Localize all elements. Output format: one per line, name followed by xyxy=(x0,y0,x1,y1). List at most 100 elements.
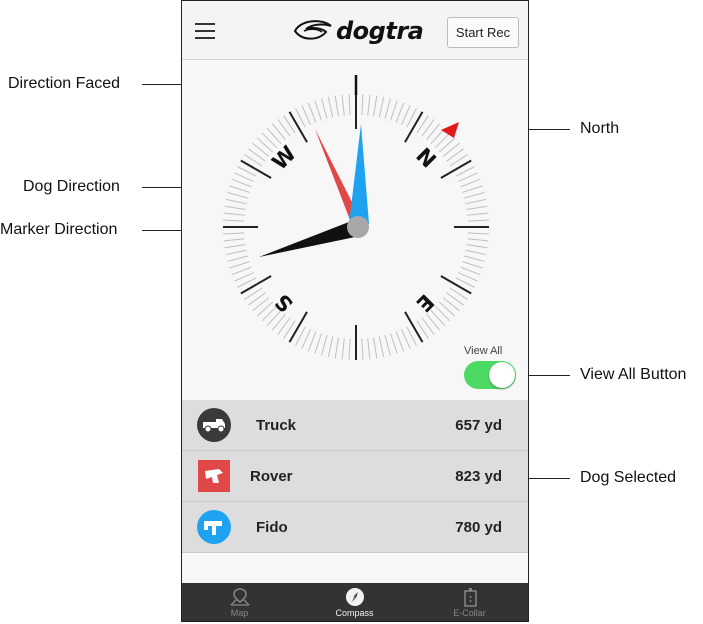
compass-major-tick xyxy=(288,111,308,143)
toggle-knob xyxy=(489,362,515,388)
compass-minor-tick xyxy=(434,132,451,149)
compass-minor-tick xyxy=(223,232,245,235)
compass-minor-tick xyxy=(341,338,345,360)
compass-minor-tick xyxy=(401,329,411,349)
compass-minor-tick xyxy=(227,255,248,262)
compass-minor-tick xyxy=(223,238,245,242)
compass-minor-tick xyxy=(361,338,364,360)
compass-minor-tick xyxy=(384,335,391,356)
tab-map[interactable]: Map xyxy=(182,583,297,621)
compass-minor-tick xyxy=(231,178,252,188)
compass-major-tick xyxy=(440,159,472,179)
view-all-label: View All xyxy=(464,345,503,357)
compass-minor-tick xyxy=(256,137,274,153)
compass-minor-tick xyxy=(442,297,460,312)
view-all-toggle[interactable] xyxy=(464,361,516,389)
compass-minor-tick xyxy=(234,272,254,282)
compass-minor-tick xyxy=(252,297,270,312)
item-distance: 823 yd xyxy=(455,468,502,485)
dog-icon xyxy=(198,460,230,492)
compass-minor-tick xyxy=(378,336,385,358)
tab-label: Compass xyxy=(335,608,374,618)
compass-minor-tick xyxy=(301,329,311,349)
compass-minor-tick xyxy=(462,185,483,193)
callout-north: North xyxy=(580,120,620,137)
list-item-truck[interactable]: Truck 657 yd xyxy=(182,400,528,451)
bottom-tabbar: Map Compass E-Collar xyxy=(182,583,528,621)
compass-minor-tick xyxy=(438,301,456,317)
compass-minor-tick xyxy=(234,172,254,182)
compass-minor-tick xyxy=(373,95,378,117)
compass-minor-tick xyxy=(307,102,317,123)
compass-minor-tick xyxy=(384,98,391,119)
compass-minor-tick xyxy=(458,172,478,182)
compass-icon xyxy=(345,588,364,606)
compass-minor-tick xyxy=(229,185,250,193)
truck-icon xyxy=(197,408,231,442)
compass-minor-tick xyxy=(223,219,245,222)
callout-direction-faced: Direction Faced xyxy=(8,75,121,92)
cardinal-s: S xyxy=(270,289,298,317)
callout-dog-selected: Dog Selected xyxy=(580,469,677,486)
compass-minor-tick xyxy=(367,338,371,360)
cardinal-w: W xyxy=(267,141,300,174)
compass-minor-tick xyxy=(390,100,398,121)
tab-label: E-Collar xyxy=(453,608,486,618)
compass-minor-tick xyxy=(467,219,489,222)
item-name: Fido xyxy=(256,519,288,536)
compass-minor-tick xyxy=(307,331,317,352)
compass-minor-tick xyxy=(467,232,489,235)
compass-minor-tick xyxy=(261,132,278,149)
compass-minor-tick xyxy=(223,212,245,216)
compass-minor-tick xyxy=(438,137,456,153)
compass-minor-tick xyxy=(229,261,250,269)
dog-icon xyxy=(197,510,231,544)
compass-minor-tick xyxy=(466,205,488,210)
compass-minor-tick xyxy=(465,249,487,256)
compass-minor-tick xyxy=(395,102,405,123)
compass-major-tick xyxy=(404,311,424,343)
compass-minor-tick xyxy=(271,123,286,141)
compass-minor-tick xyxy=(301,105,311,125)
compass-minor-tick xyxy=(460,266,481,276)
compass-minor-tick xyxy=(464,255,485,262)
item-distance: 780 yd xyxy=(455,519,502,536)
compass-minor-tick xyxy=(361,94,364,116)
start-rec-button[interactable]: Start Rec xyxy=(447,17,519,48)
compass-minor-tick xyxy=(378,96,385,118)
compass-minor-tick xyxy=(390,333,398,354)
compass-minor-tick xyxy=(327,336,334,358)
compass-minor-tick xyxy=(224,244,246,249)
callout-dog-direction: Dog Direction xyxy=(23,178,120,195)
compass-minor-tick xyxy=(314,333,322,354)
compass-major-tick xyxy=(440,275,472,295)
compass-minor-tick xyxy=(225,249,247,256)
compass-minor-tick xyxy=(462,261,483,269)
compass-hub xyxy=(347,216,369,238)
app-header: dogtra Start Rec xyxy=(182,1,528,60)
marker-direction-needle xyxy=(259,220,360,257)
compass-minor-tick xyxy=(426,123,441,141)
compass-major-tick xyxy=(404,111,424,143)
list-item-rover[interactable]: Rover 823 yd xyxy=(182,451,528,502)
compass-minor-tick xyxy=(266,127,282,145)
compass-minor-tick xyxy=(225,198,247,205)
compass-minor-tick xyxy=(334,337,339,359)
compass-minor-tick xyxy=(227,192,248,199)
compass-minor-tick xyxy=(467,238,489,242)
compass-minor-tick xyxy=(314,100,322,121)
map-pin-icon xyxy=(230,588,249,606)
tab-e-collar[interactable]: E-Collar xyxy=(412,583,527,621)
compass-minor-tick xyxy=(466,244,488,249)
compass-minor-tick xyxy=(224,205,246,210)
collar-icon xyxy=(463,588,477,607)
compass-minor-tick xyxy=(252,142,270,157)
tab-compass[interactable]: Compass xyxy=(297,583,412,621)
cardinal-e: E xyxy=(411,289,438,316)
list-item-fido[interactable]: Fido 780 yd xyxy=(182,502,528,553)
tracked-list: Truck 657 yd Rover 823 yd Fido 780 yd xyxy=(182,400,528,553)
callout-marker-direction: Marker Direction xyxy=(0,221,118,238)
menu-icon[interactable] xyxy=(195,23,215,39)
item-name: Rover xyxy=(250,468,293,485)
compass-minor-tick xyxy=(464,192,485,199)
